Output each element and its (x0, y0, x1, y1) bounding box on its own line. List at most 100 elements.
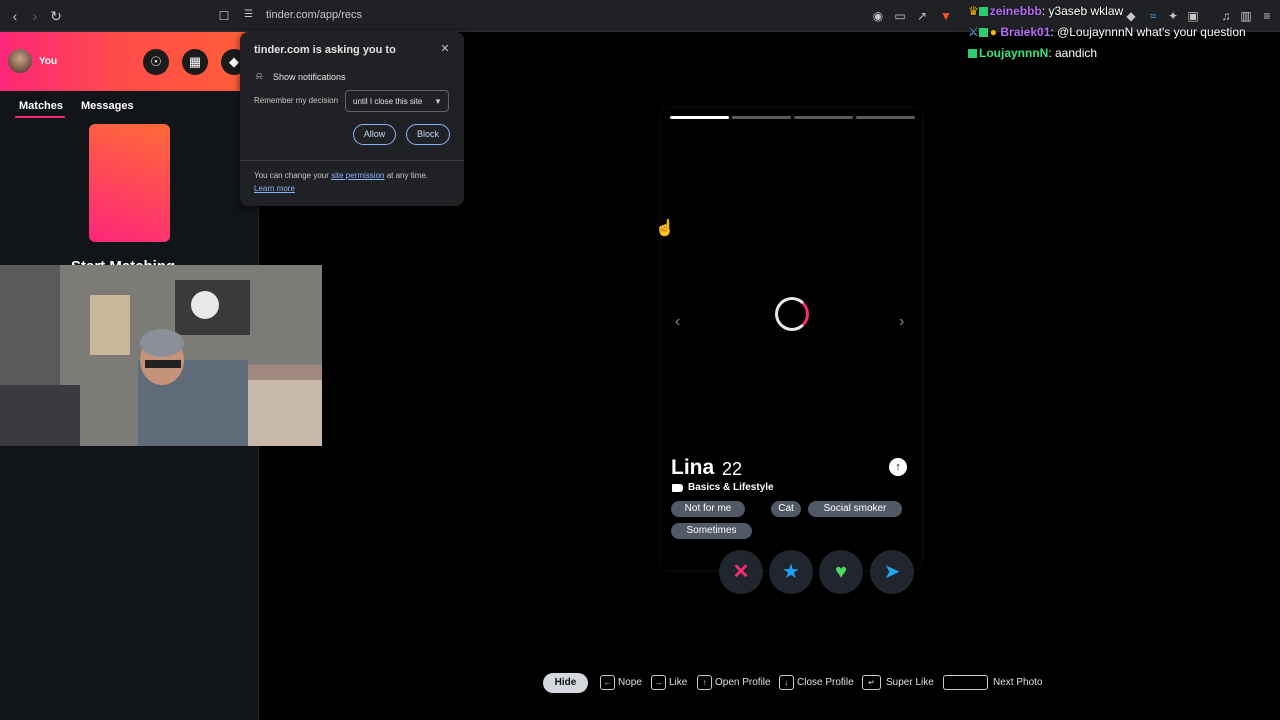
webcam-image (0, 265, 322, 446)
close-icon[interactable]: ✕ (439, 43, 451, 55)
active-tab-indicator (15, 116, 65, 118)
brave-shield-icon[interactable]: ▼ (939, 9, 953, 23)
dialog-title: tinder.com is asking you to (254, 44, 396, 56)
webcam-overlay (0, 265, 322, 446)
cast-icon[interactable]: ▭ (893, 9, 907, 23)
down-arrow-key-icon: ↓ (779, 675, 794, 690)
right-arrow-key-icon: → (651, 675, 666, 690)
address-bar[interactable]: ☰ tinder.com/app/recs (236, 5, 960, 27)
chat-text: aandich (1055, 46, 1098, 60)
sword-icon: ⚔ (968, 25, 979, 39)
shield-icon[interactable]: ◆ (1124, 9, 1138, 23)
notification-permission-dialog: tinder.com is asking you to ✕ ⍾ Show not… (240, 32, 464, 206)
compass-icon[interactable]: ☉ (143, 49, 169, 75)
translate-icon[interactable]: ≈ (1146, 9, 1160, 23)
footer-suffix: at any time. (384, 171, 429, 180)
shortcut-like-label: Like (669, 677, 688, 688)
close-icon: ✕ (732, 561, 750, 583)
chat-text: y3aseb wklaw (1048, 4, 1124, 18)
hand-cursor-icon: ☝ (655, 220, 675, 237)
open-profile-icon[interactable]: ↑ (889, 458, 907, 476)
reload-icon[interactable]: ↻ (47, 7, 65, 25)
space-key-icon (943, 675, 988, 690)
menu-icon[interactable]: ≡ (1260, 9, 1274, 23)
location-icon[interactable]: ◉ (871, 9, 885, 23)
share-icon[interactable]: ↗ (915, 9, 929, 23)
shortcut-close-profile-label: Close Profile (797, 677, 854, 688)
divider (240, 160, 464, 161)
shortcut-next-photo-label: Next Photo (993, 677, 1043, 688)
photo-progress-segment (670, 116, 729, 119)
url-text[interactable]: tinder.com/app/recs (266, 9, 362, 21)
chat-message: ⚔ ● Braiek01: @LoujaynnnN what's your que… (968, 25, 1246, 39)
nope-button[interactable]: ✕ (719, 550, 763, 594)
remember-label: Remember my decision (254, 96, 339, 105)
tab-matches[interactable]: Matches (19, 100, 63, 112)
dialog-footer: You can change your site permission at a… (254, 171, 428, 180)
chat-text: @LoujaynnnN what's your question (1057, 25, 1246, 39)
chevron-left-icon[interactable]: ‹ (675, 313, 680, 331)
badge-icon (978, 7, 988, 16)
briefcase-icon[interactable]: ▦ (182, 49, 208, 75)
loading-spinner (775, 297, 809, 331)
crown-icon: ♛ (968, 4, 979, 18)
shortcut-nope-label: Nope (618, 677, 642, 688)
sidebar-header: You ☉ ▦ ◆ (0, 32, 259, 91)
bell-icon: ⍾ (256, 71, 263, 82)
avatar[interactable] (8, 49, 32, 73)
learn-more-link[interactable]: Learn more (254, 184, 295, 193)
shortcut-open-profile-label: Open Profile (715, 677, 771, 688)
paper-plane-icon: ➤ (883, 561, 901, 583)
chat-username: Braiek01 (1000, 25, 1051, 39)
star-icon: ★ (782, 561, 800, 583)
chat-username: zeinebbb (989, 4, 1042, 18)
forward-icon[interactable]: › (26, 7, 44, 25)
tab-messages[interactable]: Messages (81, 100, 134, 112)
photo-progress-segment (856, 116, 915, 119)
sidebar-toggle-icon[interactable]: ▥ (1239, 9, 1253, 23)
chat-message: ♛ zeinebbb: y3aseb wklaw (968, 4, 1124, 18)
chevron-down-icon: ▼ (434, 97, 442, 106)
bookmark-icon[interactable]: ☐ (215, 7, 233, 25)
gift-icon: ● (989, 25, 998, 39)
footer-prefix: You can change your (254, 171, 332, 180)
heart-icon: ♥ (835, 561, 847, 583)
profile-chip: Sometimes (671, 523, 752, 539)
photo-progress-segment (794, 116, 853, 119)
chevron-right-icon[interactable]: › (899, 313, 904, 331)
section-label: Basics & Lifestyle (688, 482, 774, 493)
hide-shortcuts-button[interactable]: Hide (543, 673, 588, 693)
up-arrow-key-icon: ↑ (697, 675, 712, 690)
block-button[interactable]: Block (406, 124, 450, 145)
user-label[interactable]: You (39, 56, 57, 67)
profile-age: 22 (722, 459, 743, 479)
profile-chip: Not for me (671, 501, 745, 517)
shortcut-super-like-label: Super Like (886, 677, 934, 688)
badge-icon (968, 49, 977, 58)
site-permission-link[interactable]: site permission (331, 171, 384, 180)
chat-message: LoujaynnnN: aandich (968, 46, 1097, 60)
media-icon[interactable]: ♫ (1219, 9, 1233, 23)
profile-chip: Cat (771, 501, 801, 517)
site-info-icon[interactable]: ☰ (244, 9, 253, 20)
likes-card[interactable] (89, 124, 170, 242)
chat-username: LoujaynnnN (979, 46, 1049, 60)
left-arrow-key-icon: ← (600, 675, 615, 690)
allow-button[interactable]: Allow (353, 124, 396, 145)
remember-select[interactable]: until I close this site ▼ (345, 90, 449, 112)
super-like-button[interactable]: ★ (769, 550, 813, 594)
send-button[interactable]: ➤ (870, 550, 914, 594)
profile-chip: Social smoker (808, 501, 902, 517)
photo-progress-segment (732, 116, 791, 119)
back-icon[interactable]: ‹ (6, 7, 24, 25)
tag-icon (672, 484, 683, 492)
extensions-icon[interactable]: ✦ (1166, 9, 1180, 23)
profile-name: Lina (671, 456, 715, 479)
permission-label: Show notifications (273, 72, 346, 82)
badge-icon (978, 28, 988, 37)
remember-select-value: until I close this site (353, 97, 423, 106)
like-button[interactable]: ♥ (819, 550, 863, 594)
profile-card[interactable]: ‹ › Lina 22 ↑ Basics & Lifestyle Not for… (661, 108, 922, 570)
tab-search-icon[interactable]: ▣ (1186, 9, 1200, 23)
enter-key-icon: ↵ (862, 675, 881, 690)
